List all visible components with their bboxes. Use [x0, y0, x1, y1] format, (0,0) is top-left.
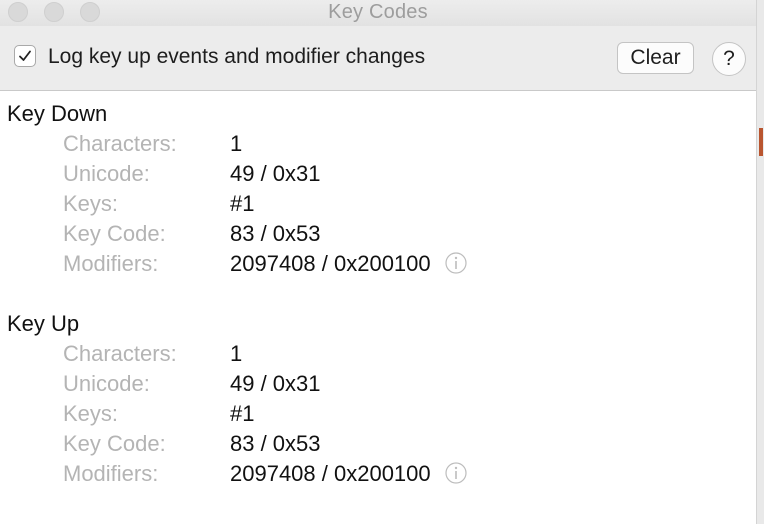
- background-window-edge: [757, 0, 764, 524]
- field-value: 83 / 0x53: [230, 221, 321, 246]
- info-icon[interactable]: [445, 252, 467, 274]
- background-window-accent: [759, 128, 763, 156]
- field-value: 2097408 / 0x200100: [230, 251, 431, 276]
- key-down-keycode-row: Key Code: 83 / 0x53: [0, 221, 756, 251]
- key-down-characters-row: Characters: 1: [0, 131, 756, 161]
- field-value: #1: [230, 401, 255, 426]
- field-value: 49 / 0x31: [230, 161, 321, 186]
- field-value-wrap: 2097408 / 0x200100: [230, 251, 467, 277]
- field-label: Keys:: [63, 401, 119, 426]
- key-up-characters-row: Characters: 1: [0, 341, 756, 371]
- log-key-up-label[interactable]: Log key up events and modifier changes: [48, 45, 425, 69]
- key-up-heading: Key Up: [7, 311, 80, 336]
- log-key-up-checkbox[interactable]: [14, 45, 36, 67]
- window-title: Key Codes: [328, 1, 428, 23]
- clear-button[interactable]: Clear: [617, 42, 694, 74]
- key-up-keycode-row: Key Code: 83 / 0x53: [0, 431, 756, 461]
- key-up-modifiers-row: Modifiers: 2097408 / 0x200100: [0, 461, 756, 491]
- field-value: 2097408 / 0x200100: [230, 461, 431, 486]
- field-value: 49 / 0x31: [230, 371, 321, 396]
- field-value: 83 / 0x53: [230, 431, 321, 456]
- field-label: Modifiers:: [63, 461, 159, 486]
- title-bar[interactable]: Key Codes: [0, 0, 756, 26]
- field-label: Characters:: [63, 341, 177, 366]
- key-up-unicode-row: Unicode: 49 / 0x31: [0, 371, 756, 401]
- key-up-keys-row: Keys: #1: [0, 401, 756, 431]
- field-label: Modifiers:: [63, 251, 159, 276]
- info-icon[interactable]: [445, 462, 467, 484]
- field-label: Key Code:: [63, 431, 166, 456]
- field-value: #1: [230, 191, 255, 216]
- key-down-modifiers-row: Modifiers: 2097408 / 0x200100: [0, 251, 756, 281]
- field-value: 1: [230, 131, 243, 156]
- key-down-heading: Key Down: [7, 101, 108, 126]
- field-label: Characters:: [63, 131, 177, 156]
- field-label: Key Code:: [63, 221, 166, 246]
- key-down-keys-row: Keys: #1: [0, 191, 756, 221]
- field-label: Unicode:: [63, 371, 150, 396]
- field-label: Keys:: [63, 191, 119, 216]
- field-value-wrap: 2097408 / 0x200100: [230, 461, 467, 487]
- checkmark-icon: [19, 50, 31, 61]
- toolbar: Log key up events and modifier changes C…: [0, 26, 756, 91]
- field-label: Unicode:: [63, 161, 150, 186]
- key-down-unicode-row: Unicode: 49 / 0x31: [0, 161, 756, 191]
- key-codes-window: Key Codes Log key up events and modifier…: [0, 0, 757, 524]
- help-button[interactable]: ?: [712, 42, 746, 76]
- field-value: 1: [230, 341, 243, 366]
